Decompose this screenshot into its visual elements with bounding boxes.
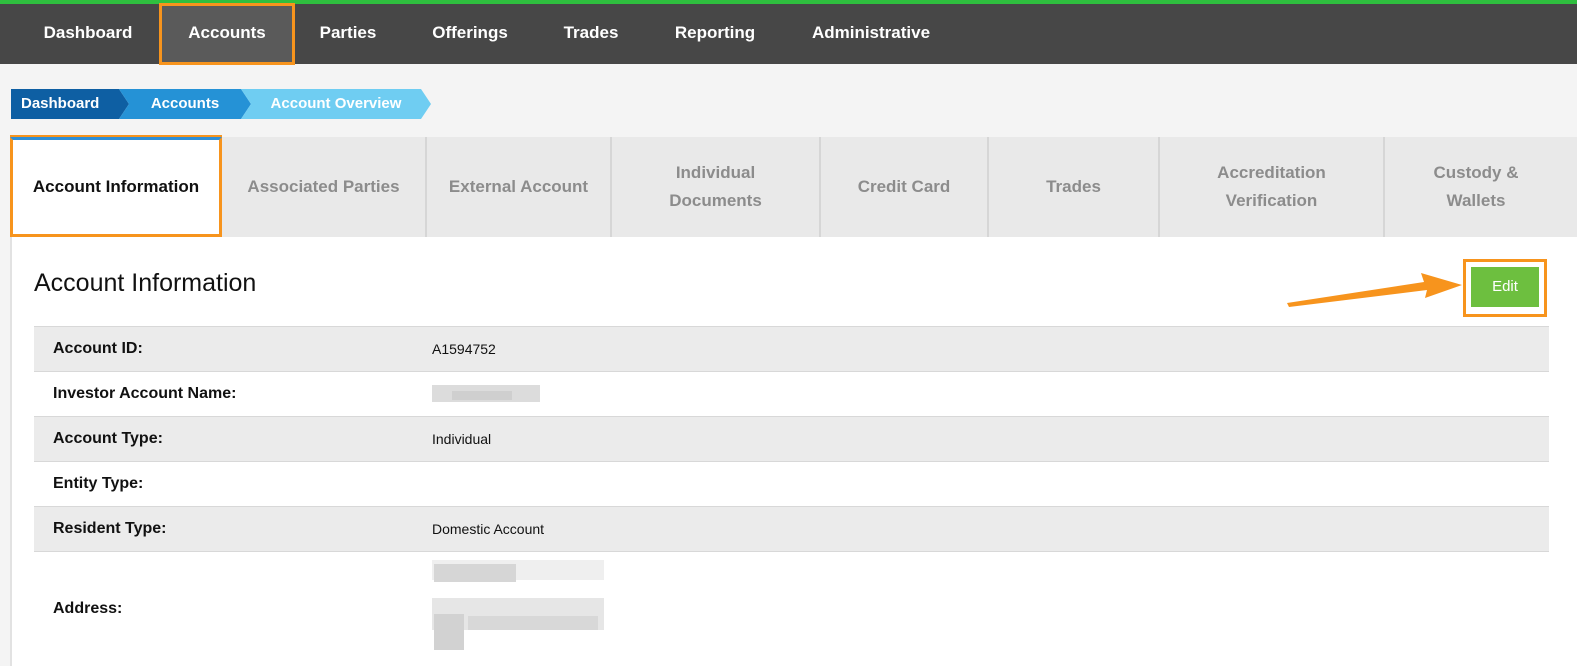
edit-highlight: Edit: [1463, 259, 1547, 317]
tab-external-account[interactable]: External Account: [425, 137, 610, 237]
field-label: Account Type:: [53, 430, 163, 447]
field-row-address: Address:: [34, 551, 1549, 666]
breadcrumb-account-overview-label: Account Overview: [270, 95, 402, 112]
tab-accreditation-verification[interactable]: Accreditation Verification: [1158, 137, 1383, 237]
redacted-block: [434, 614, 464, 650]
tab-external-account-label: External Account: [448, 177, 589, 196]
account-information-panel: Account Information Edit Account ID: A15…: [10, 237, 1577, 666]
field-value: Domestic Account: [432, 521, 545, 537]
top-nav: Dashboard Accounts Parties Offerings Tra…: [0, 0, 1577, 65]
nav-reporting[interactable]: Reporting: [660, 4, 770, 64]
breadcrumb-dashboard-label: Dashboard: [21, 95, 100, 112]
redacted-block: [468, 616, 598, 630]
tab-associated-parties-label: Associated Parties: [247, 177, 400, 196]
nav-offerings[interactable]: Offerings: [418, 4, 522, 64]
breadcrumb-dashboard[interactable]: Dashboard: [11, 89, 129, 119]
tab-account-information[interactable]: Account Information: [10, 135, 222, 237]
tab-account-information-label: Account Information: [32, 177, 200, 196]
tab-trades-label: Trades: [1046, 177, 1101, 196]
field-row-account-type: Account Type: Individual: [34, 416, 1549, 461]
nav-accounts[interactable]: Accounts: [159, 3, 295, 65]
arrow-annotation-icon: [1287, 273, 1462, 307]
breadcrumb-accounts[interactable]: Accounts: [119, 89, 251, 119]
account-tabs: Account Information Associated Parties E…: [10, 135, 1577, 237]
nav-dashboard[interactable]: Dashboard: [30, 4, 146, 64]
nav-administrative[interactable]: Administrative: [798, 4, 944, 64]
tab-credit-card-label: Credit Card: [857, 177, 951, 196]
tab-individual-documents-label: Individual Documents: [669, 163, 762, 210]
field-value: A1594752: [432, 341, 496, 357]
panel-title: Account Information: [34, 269, 257, 297]
account-fields: Account ID: A1594752 Investor Account Na…: [34, 326, 1549, 666]
nav-parties[interactable]: Parties: [305, 4, 391, 64]
tab-individual-documents[interactable]: Individual Documents: [610, 137, 819, 237]
redacted-block: [434, 564, 516, 582]
field-label: Account ID:: [53, 340, 143, 357]
field-row-entity-type: Entity Type:: [34, 461, 1549, 506]
field-row-resident-type: Resident Type: Domestic Account: [34, 506, 1549, 551]
field-value: Individual: [432, 431, 492, 447]
edit-button[interactable]: Edit: [1471, 267, 1539, 307]
breadcrumb-account-overview[interactable]: Account Overview: [241, 89, 431, 119]
tab-accreditation-verification-label: Accreditation Verification: [1217, 163, 1326, 210]
tab-credit-card[interactable]: Credit Card: [819, 137, 987, 237]
field-row-account-id: Account ID: A1594752: [34, 326, 1549, 371]
field-label: Address:: [53, 600, 123, 617]
tab-trades[interactable]: Trades: [987, 137, 1158, 237]
tab-custody-wallets-label: Custody & Wallets: [1433, 163, 1519, 210]
tab-associated-parties[interactable]: Associated Parties: [222, 137, 425, 237]
field-label: Entity Type:: [53, 475, 144, 492]
field-row-investor-account-name: Investor Account Name:: [34, 371, 1549, 416]
redacted-block: [452, 391, 512, 400]
tab-custody-wallets[interactable]: Custody & Wallets: [1383, 137, 1567, 237]
field-label: Investor Account Name:: [53, 385, 237, 402]
breadcrumb-accounts-label: Accounts: [150, 95, 220, 112]
nav-trades[interactable]: Trades: [550, 4, 632, 64]
field-label: Resident Type:: [53, 520, 167, 537]
